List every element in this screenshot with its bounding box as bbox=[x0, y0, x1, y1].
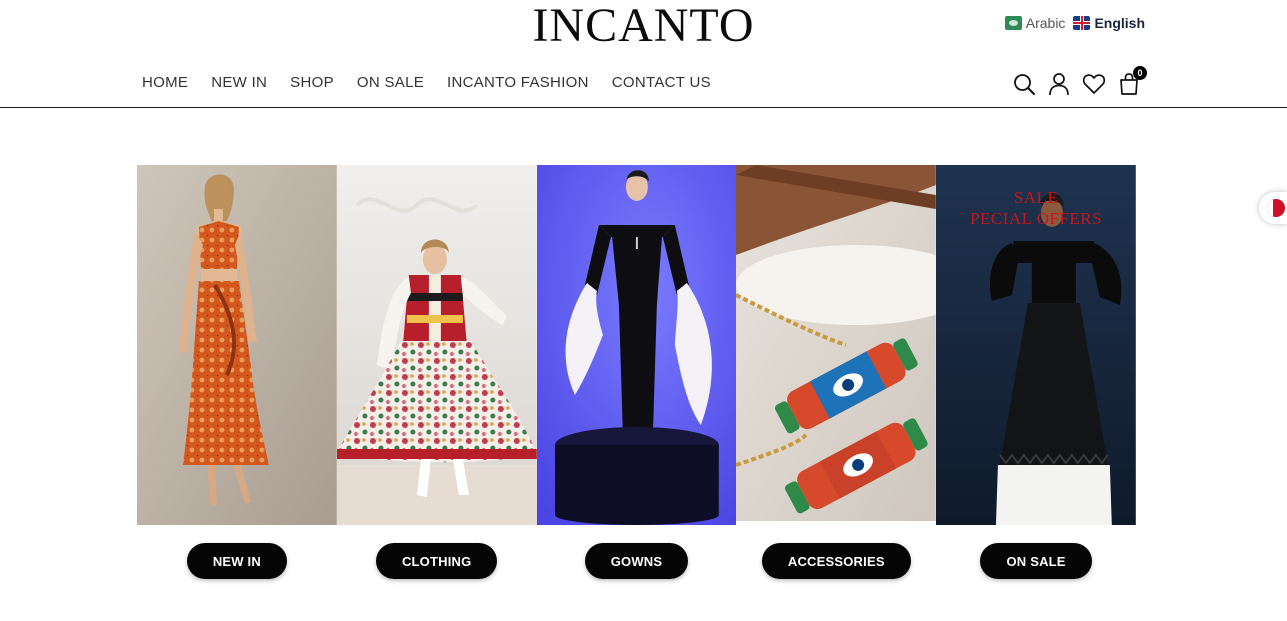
language-english[interactable]: English bbox=[1073, 15, 1145, 31]
bracelets-image bbox=[736, 165, 937, 525]
clothing-button[interactable]: CLOTHING bbox=[375, 543, 498, 579]
country-selector-tab[interactable] bbox=[1259, 192, 1287, 224]
black-gown-image bbox=[536, 165, 737, 525]
heart-icon[interactable] bbox=[1082, 70, 1106, 98]
category-tile-new-in[interactable] bbox=[137, 165, 337, 525]
category-tile-accessories[interactable] bbox=[736, 165, 937, 525]
orange-dress-image bbox=[137, 165, 337, 525]
on-sale-button[interactable]: ON SALE bbox=[980, 543, 1092, 579]
floral-outfit-image bbox=[336, 165, 537, 525]
nav-new-in[interactable]: NEW IN bbox=[211, 74, 267, 91]
category-tiles: SALE PECIAL OFFERS bbox=[137, 165, 1136, 525]
language-arabic-label: Arabic bbox=[1025, 15, 1066, 31]
shopping-bag-icon[interactable]: 0 bbox=[1117, 66, 1147, 98]
category-tile-on-sale[interactable]: SALE PECIAL OFFERS bbox=[936, 165, 1136, 525]
language-arabic[interactable]: Arabic bbox=[1004, 15, 1066, 31]
user-icon[interactable] bbox=[1047, 70, 1071, 98]
accessories-button[interactable]: ACCESSORIES bbox=[761, 543, 911, 579]
language-switcher: Arabic English bbox=[1004, 15, 1145, 31]
category-buttons: NEW IN CLOTHING GOWNS ACCESSORIES ON SAL… bbox=[137, 543, 1136, 579]
header-icons: 0 bbox=[1012, 66, 1147, 98]
search-icon[interactable] bbox=[1012, 70, 1036, 98]
main-nav: HOME NEW IN SHOP ON SALE INCANTO FASHION… bbox=[142, 74, 734, 91]
saudi-flag-icon bbox=[1004, 16, 1022, 30]
header-divider bbox=[0, 107, 1287, 108]
gowns-button[interactable]: GOWNS bbox=[584, 543, 689, 579]
category-tile-clothing[interactable] bbox=[336, 165, 537, 525]
bahrain-flag-icon bbox=[1267, 199, 1285, 217]
sale-overlay-text: SALE PECIAL OFFERS bbox=[936, 187, 1136, 229]
sale-overlay-line-1: SALE bbox=[1013, 188, 1059, 207]
nav-on-sale[interactable]: ON SALE bbox=[357, 74, 424, 91]
nav-incanto-fashion[interactable]: INCANTO FASHION bbox=[447, 74, 589, 91]
new-in-button[interactable]: NEW IN bbox=[186, 543, 287, 579]
sale-overlay-line-2: PECIAL OFFERS bbox=[970, 209, 1103, 228]
uk-flag-icon bbox=[1073, 16, 1091, 30]
language-english-label: English bbox=[1094, 15, 1145, 31]
nav-home[interactable]: HOME bbox=[142, 74, 188, 91]
nav-shop[interactable]: SHOP bbox=[290, 74, 334, 91]
nav-contact-us[interactable]: CONTACT US bbox=[612, 74, 711, 91]
cart-count-badge: 0 bbox=[1133, 66, 1147, 80]
category-tile-gowns[interactable] bbox=[536, 165, 737, 525]
